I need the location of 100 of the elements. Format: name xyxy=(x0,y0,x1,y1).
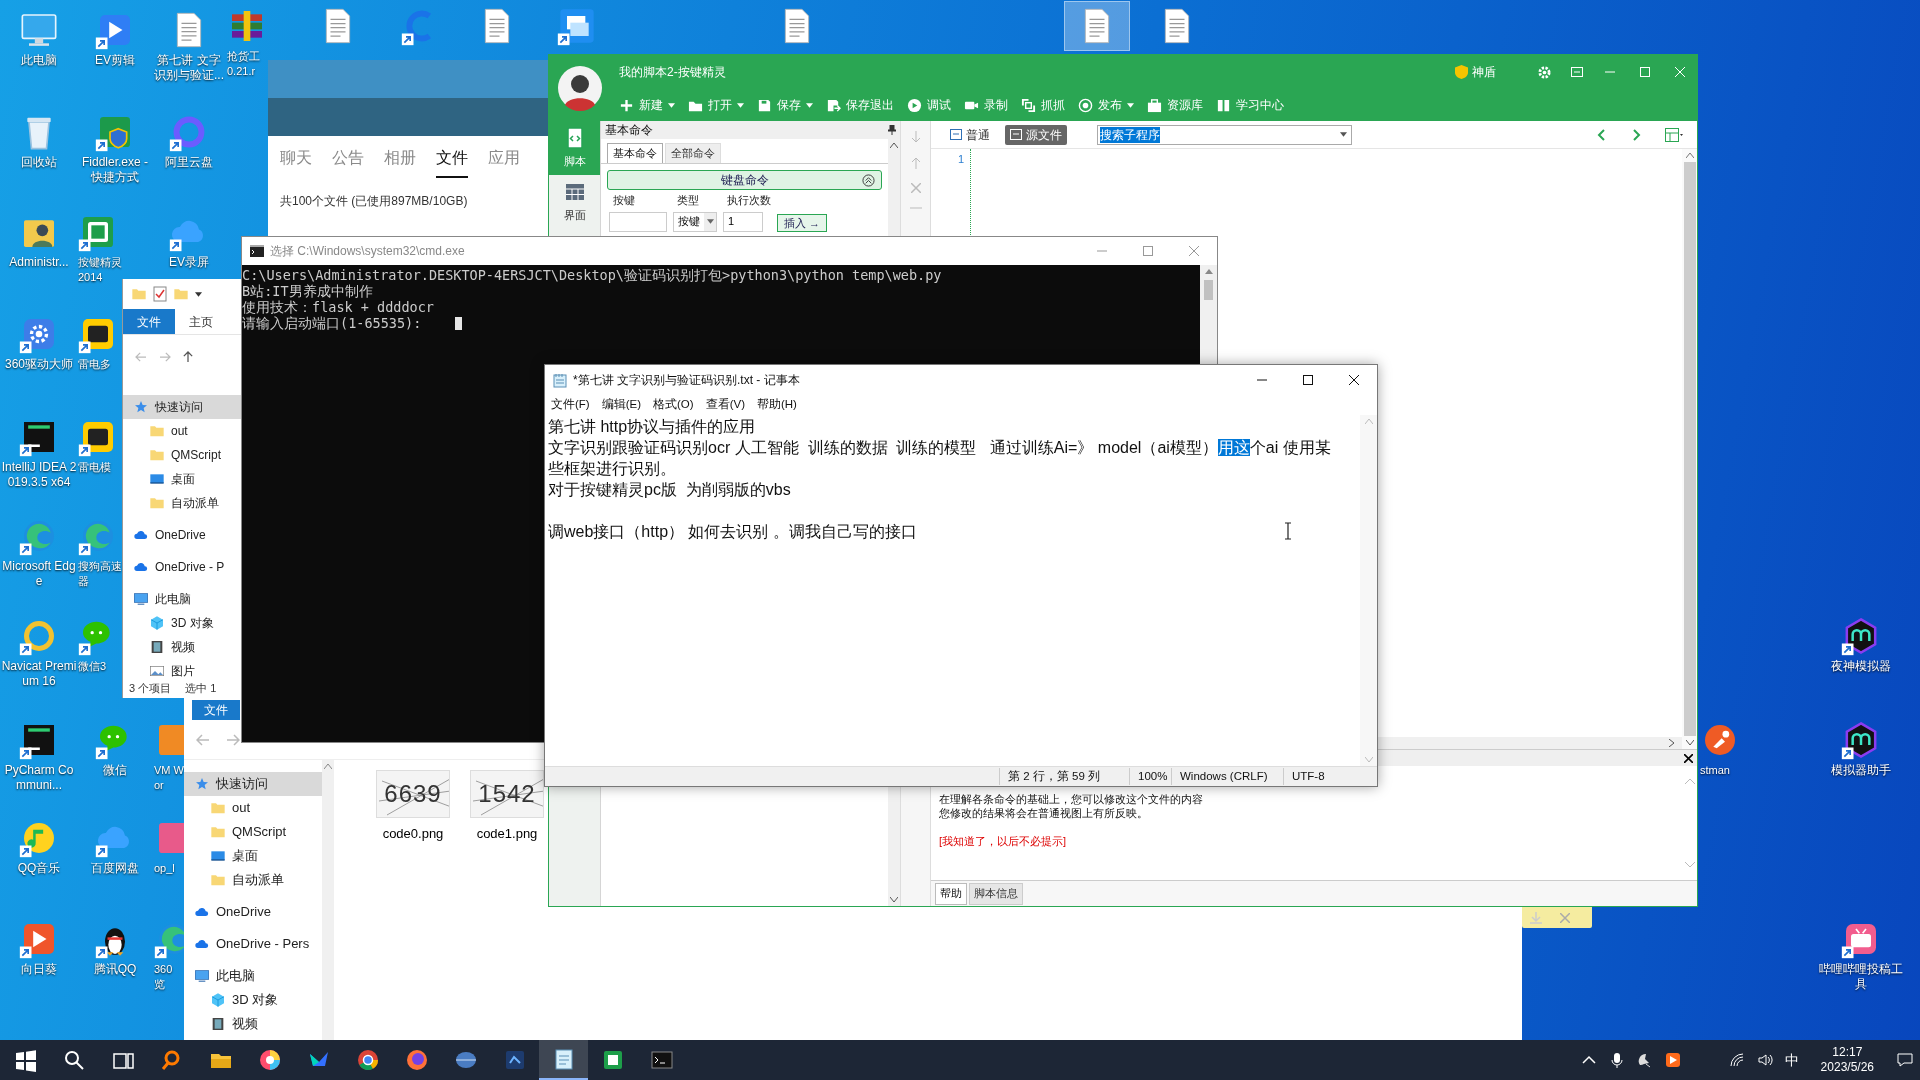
desktop-shortcut[interactable]: Microsoft Edge xyxy=(0,512,78,593)
input-field[interactable]: 1 xyxy=(723,211,763,232)
sidebar-tab[interactable]: 界面 xyxy=(549,175,600,229)
section-header[interactable]: 键盘命令 xyxy=(607,170,882,190)
desktop-shortcut[interactable]: Fiddler.exe - 快捷方式 xyxy=(77,108,153,189)
view-tab[interactable]: 源文件 xyxy=(1005,124,1067,145)
chat-tab[interactable]: 公告 xyxy=(332,146,364,178)
input-field[interactable] xyxy=(609,211,667,232)
desktop-shortcut[interactable]: 搜狗高速器 xyxy=(78,512,122,593)
nav-item[interactable]: QMScript xyxy=(123,443,242,467)
desktop-shortcut[interactable]: IntelliJ IDEA 2019.3.5 x64 xyxy=(0,413,78,494)
panel-tab[interactable]: 全部命令 xyxy=(665,143,721,163)
toolbar-button[interactable]: 资源库 xyxy=(1147,96,1203,114)
desktop-shortcut[interactable]: 按键精灵 2014 xyxy=(78,208,122,289)
nav-item[interactable]: 自动派单 xyxy=(123,491,242,515)
desktop-shortcut[interactable]: 腾讯QQ xyxy=(77,915,153,981)
ime-indicator[interactable]: 中 xyxy=(1784,1049,1799,1071)
desktop-shortcut[interactable]: op_l xyxy=(154,814,184,880)
desktop-shortcut[interactable]: 夜神模拟器 xyxy=(1822,612,1900,678)
nav-item[interactable]: QMScript xyxy=(184,820,322,844)
toolbar-button[interactable]: 抓抓 xyxy=(1021,96,1065,114)
desktop-shortcut[interactable]: 模拟器助手 xyxy=(1822,716,1900,782)
nav-item[interactable]: OneDrive xyxy=(123,523,242,547)
satellite-icon[interactable] xyxy=(1636,1052,1653,1068)
nav-item[interactable]: 快速访问 xyxy=(184,772,322,796)
toolbar-button[interactable]: 发布 xyxy=(1078,96,1134,114)
microphone-icon[interactable] xyxy=(1608,1052,1625,1068)
dropdown[interactable]: 按键 xyxy=(673,211,717,232)
taskbar-app[interactable] xyxy=(539,1040,588,1080)
desktop-shortcut[interactable]: Administr... xyxy=(0,208,78,274)
nav-item[interactable]: 此电脑 xyxy=(184,964,322,988)
scrollbar-thumb[interactable] xyxy=(1204,280,1213,300)
toolbar-button[interactable]: 学习中心 xyxy=(1216,96,1284,114)
desktop-shortcut[interactable]: 抢货工 0.21.r xyxy=(227,2,267,83)
toolbar-button[interactable]: 打开 xyxy=(688,96,744,114)
desktop-shortcut[interactable]: 360驱动大师 xyxy=(0,310,78,376)
chat-tab[interactable]: 应用 xyxy=(488,146,520,178)
clock[interactable]: 12:17 2023/5/26 xyxy=(1810,1045,1884,1075)
nav-item[interactable]: out xyxy=(123,419,242,443)
wifi-icon[interactable] xyxy=(1728,1052,1745,1068)
view-tab[interactable]: 普通 xyxy=(945,124,995,145)
desktop-shortcut[interactable]: 百度网盘 xyxy=(77,814,153,880)
nav-item[interactable]: OneDrive xyxy=(184,900,322,924)
menu-item[interactable]: 文件(F) xyxy=(551,396,590,414)
toolbar-button[interactable]: 保存 xyxy=(757,96,813,114)
file-item[interactable]: 6639 code0.png xyxy=(376,770,450,844)
ribbon-tab[interactable]: 文件 xyxy=(192,700,240,720)
menu-item[interactable]: 格式(O) xyxy=(653,396,694,414)
nav-item[interactable]: 3D 对象 xyxy=(184,988,322,1012)
nav-item[interactable]: OneDrive - Pers xyxy=(184,932,322,956)
toolbar-button[interactable]: 保存退出 xyxy=(826,96,894,114)
dismiss-link[interactable]: [我知道了，以后不必提示] xyxy=(939,834,1682,848)
desktop-shortcut[interactable]: 阿里云盘 xyxy=(153,108,225,174)
layout-icon[interactable] xyxy=(1665,127,1683,142)
menu-item[interactable]: 帮助(H) xyxy=(757,396,797,414)
nav-item[interactable]: 图片 xyxy=(123,659,242,680)
desktop-shortcut[interactable] xyxy=(1065,2,1129,50)
toolbar-button[interactable]: 调试 xyxy=(907,96,951,114)
volume-icon[interactable] xyxy=(1756,1052,1773,1068)
nav-item[interactable]: OneDrive - P xyxy=(123,555,242,579)
desktop-shortcut[interactable]: 第七讲 文字识别与验证... xyxy=(153,6,225,87)
menu-item[interactable]: 编辑(E) xyxy=(601,396,642,414)
app-tray-icon[interactable] xyxy=(1664,1052,1681,1068)
desktop-shortcut[interactable]: 微信3 xyxy=(78,612,122,678)
nav-item[interactable]: 快速访问 xyxy=(123,395,242,419)
ribbon-tab[interactable]: 主页 xyxy=(175,309,227,334)
menu-item[interactable]: 查看(V) xyxy=(705,396,745,414)
nav-item[interactable]: 桌面 xyxy=(123,467,242,491)
notification-icon[interactable] xyxy=(1896,1052,1914,1068)
nav-item[interactable]: 视频 xyxy=(184,1012,322,1036)
help-tab[interactable]: 帮助 xyxy=(935,882,967,905)
chat-tab[interactable]: 聊天 xyxy=(280,146,312,178)
toolbar-button[interactable]: 新建 xyxy=(619,96,675,114)
nav-item[interactable]: 自动派单 xyxy=(184,868,322,892)
nav-item[interactable]: 此电脑 xyxy=(123,587,242,611)
shield-badge[interactable]: 神盾 xyxy=(1455,63,1496,81)
search-dropdown[interactable]: 搜索子程序 xyxy=(1097,124,1352,145)
desktop-shortcut[interactable]: EV录屏 xyxy=(153,208,225,274)
back-icon[interactable] xyxy=(1597,128,1605,141)
desktop-shortcut[interactable]: 雷电模 xyxy=(78,413,122,479)
desktop-shortcut[interactable]: 向日葵 xyxy=(0,915,78,981)
sidebar-tab[interactable]: 脚本 xyxy=(549,121,600,175)
scrollbar-thumb[interactable] xyxy=(1683,162,1696,736)
chat-tab[interactable]: 文件 xyxy=(436,146,468,178)
desktop-shortcut[interactable]: 微信 xyxy=(77,716,153,782)
nav-item[interactable]: 3D 对象 xyxy=(123,611,242,635)
nav-item[interactable]: out xyxy=(184,796,322,820)
desktop-shortcut[interactable]: PyCharm Communi... xyxy=(0,716,78,797)
close-icon[interactable] xyxy=(1684,753,1693,763)
chat-tab[interactable]: 相册 xyxy=(384,146,416,178)
toolbar-button[interactable]: 录制 xyxy=(964,96,1008,114)
desktop-shortcut[interactable]: 雷电多 xyxy=(78,310,122,376)
desktop-shortcut[interactable]: Navicat Premium 16 xyxy=(0,612,78,693)
desktop-shortcut[interactable]: QQ音乐 xyxy=(0,814,78,880)
help-tab[interactable]: 脚本信息 xyxy=(969,882,1023,905)
panel-tab[interactable]: 基本命令 xyxy=(607,143,663,163)
ribbon-tab[interactable]: 文件 xyxy=(123,309,175,334)
desktop-shortcut[interactable]: 哔哩哔哩投稿工具 xyxy=(1816,915,1906,996)
desktop-shortcut[interactable]: stman xyxy=(1700,716,1748,782)
nav-item[interactable]: 视频 xyxy=(123,635,242,659)
